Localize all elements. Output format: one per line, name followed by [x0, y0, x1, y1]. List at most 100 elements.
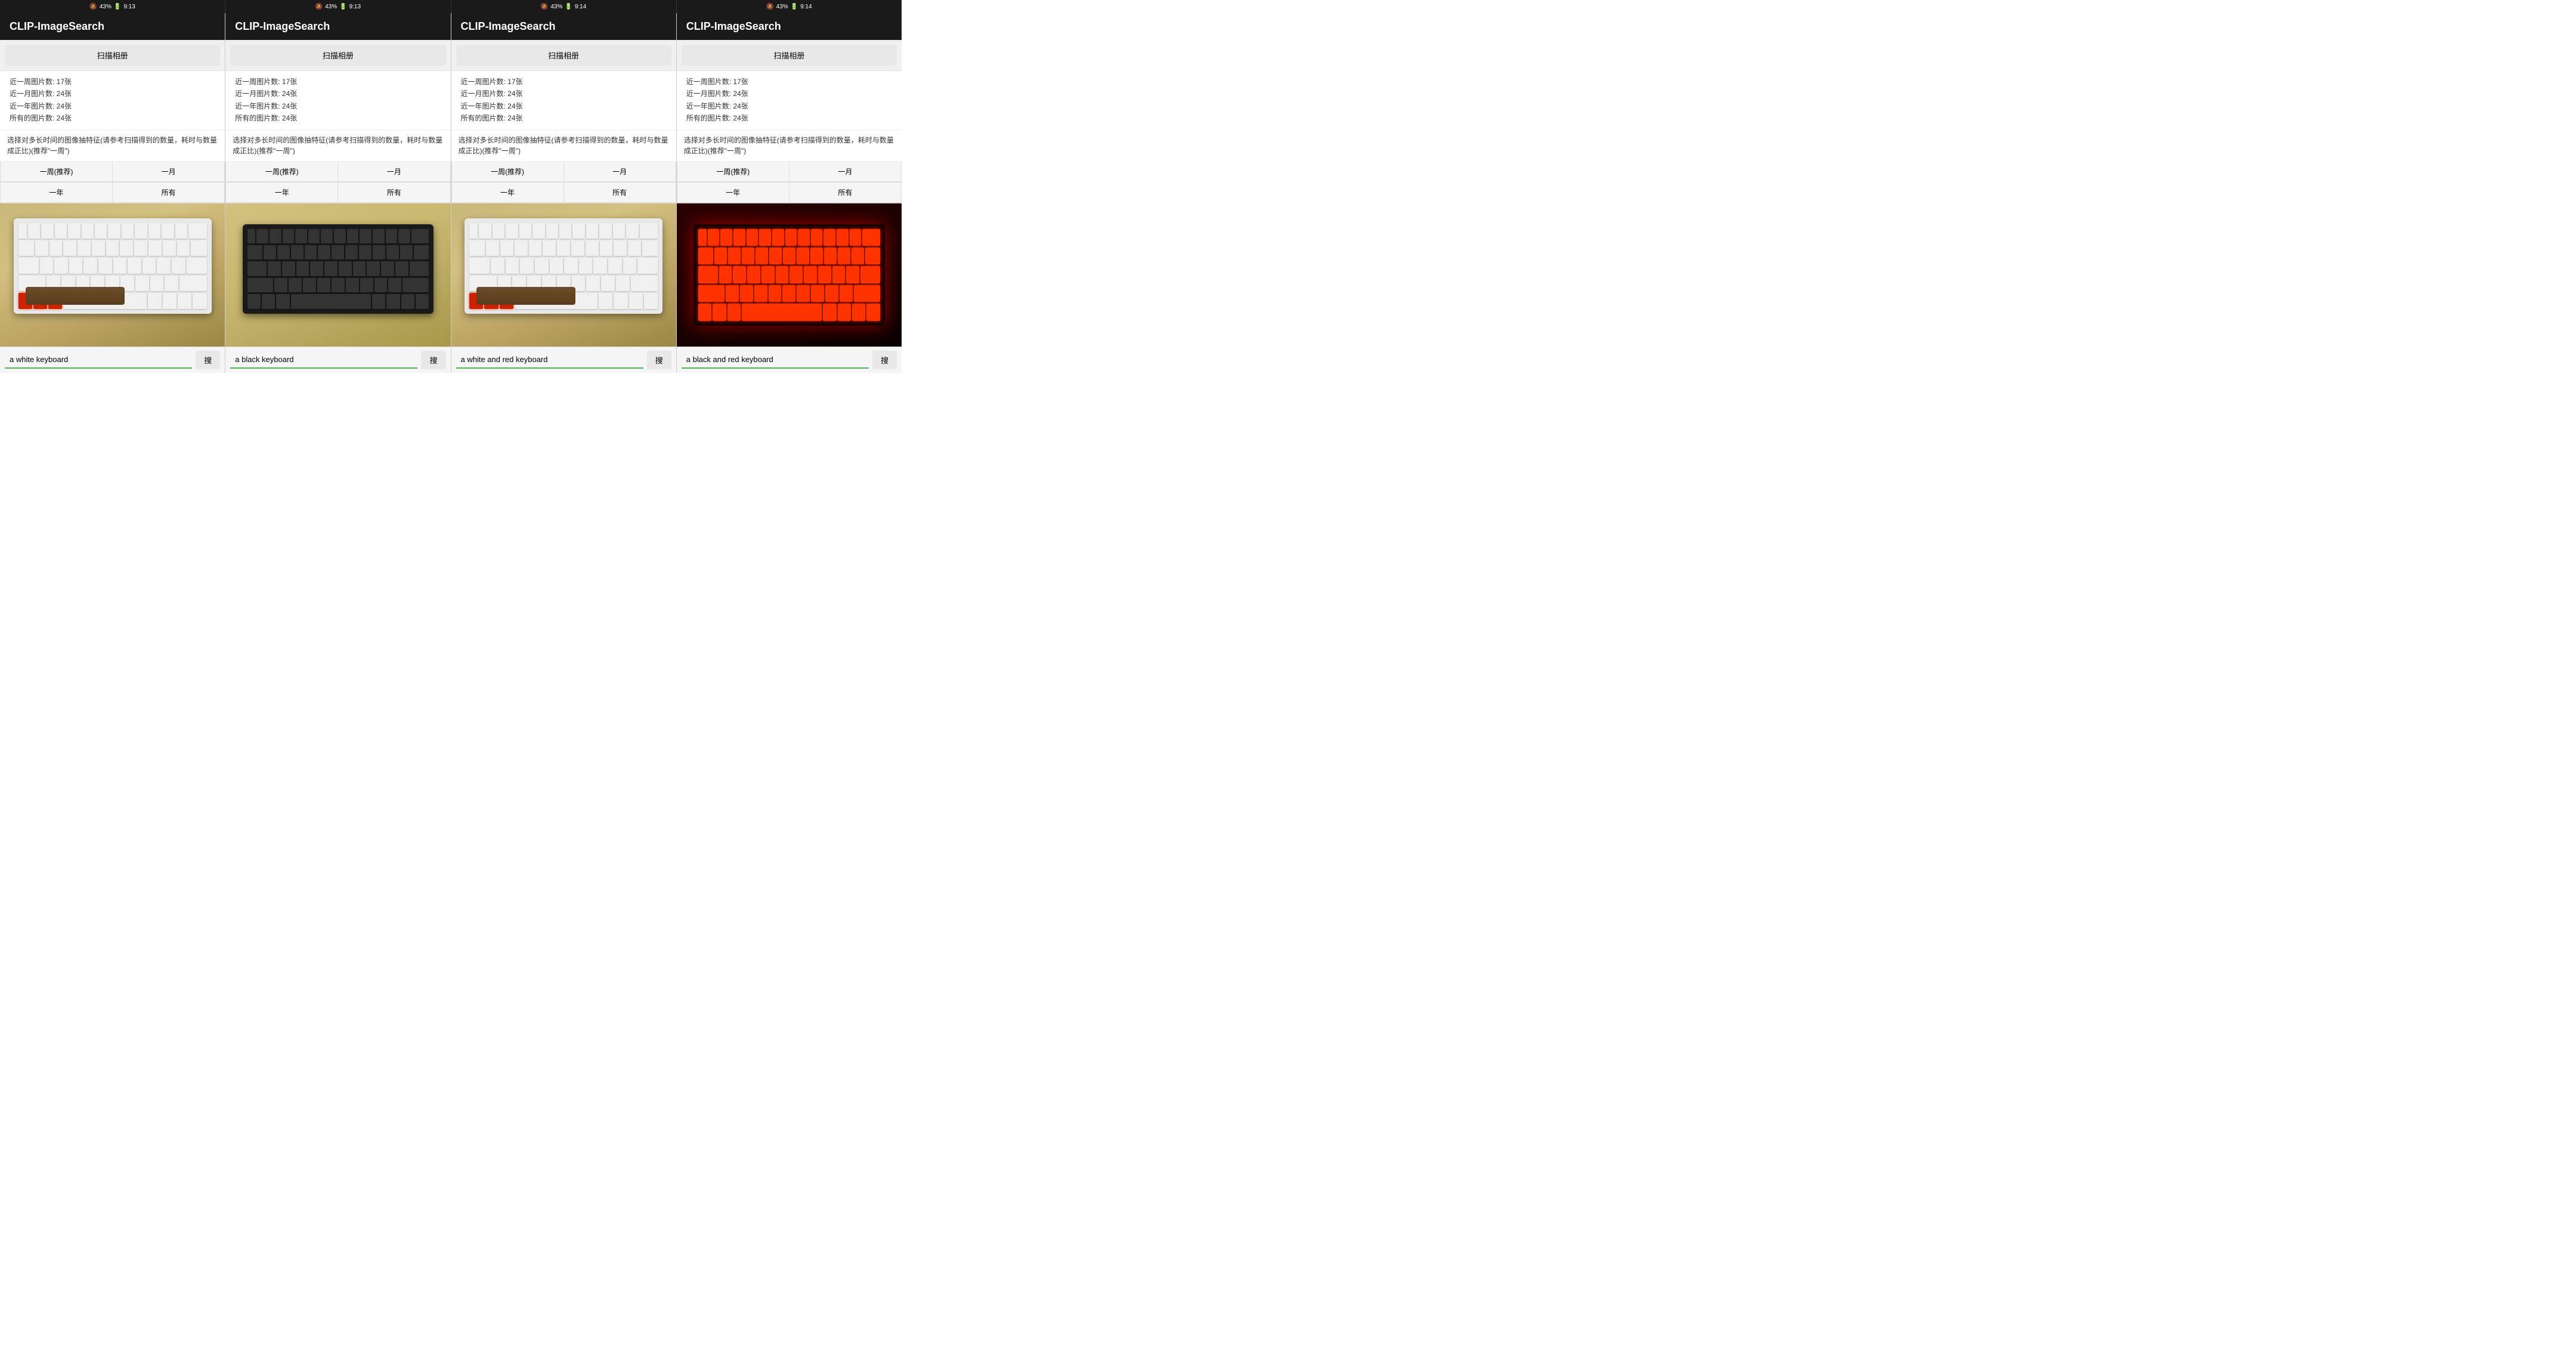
stat-all-1: 所有的图片数: 24张 — [10, 112, 215, 124]
battery-1: 43% — [100, 4, 112, 10]
search-bar-4: 搜 — [677, 347, 902, 373]
btn-month-2[interactable]: 一月 — [338, 162, 450, 182]
bell-icon-3: 🔕 — [541, 4, 548, 10]
battery-icon-2: 🔋 — [339, 4, 346, 10]
time-btns-row1-1: 一周(推荐) 一月 — [0, 162, 225, 183]
time-btns-row2-1: 一年 所有 — [0, 183, 225, 203]
stat-year-4: 近一年图片数: 24张 — [686, 100, 892, 112]
btn-year-2[interactable]: 一年 — [225, 183, 338, 203]
scan-btn-row-3: 扫描相册 — [451, 40, 676, 71]
time-btns-row2-3: 一年 所有 — [451, 183, 676, 203]
btn-year-3[interactable]: 一年 — [451, 183, 564, 203]
btn-all-4[interactable]: 所有 — [789, 183, 902, 203]
search-input-3[interactable] — [456, 351, 643, 369]
stat-week-4: 近一周图片数: 17张 — [686, 76, 892, 88]
search-button-3[interactable]: 搜 — [647, 351, 671, 369]
time-btns-row2-2: 一年 所有 — [225, 183, 450, 203]
btn-month-3[interactable]: 一月 — [564, 162, 676, 182]
keyboard-body-4 — [693, 224, 885, 326]
time-btns-row1-2: 一周(推荐) 一月 — [225, 162, 450, 183]
stat-year-3: 近一年图片数: 24张 — [461, 100, 667, 112]
stats-area-1: 近一周图片数: 17张 近一月图片数: 24张 近一年图片数: 24张 所有的图… — [0, 71, 225, 130]
search-input-4[interactable] — [682, 351, 869, 369]
status-bar: 🔕 43% 🔋 9:13 🔕 43% 🔋 9:13 🔕 43% 🔋 9:14 🔕… — [0, 0, 902, 13]
stat-week-3: 近一周图片数: 17张 — [461, 76, 667, 88]
stat-year-1: 近一年图片数: 24张 — [10, 100, 215, 112]
battery-4: 43% — [776, 4, 788, 10]
time-btns-row1-4: 一周(推荐) 一月 — [677, 162, 902, 183]
wrist-rest-3 — [476, 287, 575, 305]
stat-month-1: 近一月图片数: 24张 — [10, 88, 215, 100]
time-2: 9:13 — [349, 4, 361, 10]
time-3: 9:14 — [575, 4, 586, 10]
status-segment-3: 🔕 43% 🔋 9:14 — [451, 0, 677, 13]
search-button-1[interactable]: 搜 — [196, 351, 220, 369]
stat-month-2: 近一月图片数: 24张 — [235, 88, 441, 100]
stat-month-4: 近一月图片数: 24张 — [686, 88, 892, 100]
btn-year-4[interactable]: 一年 — [677, 183, 789, 203]
battery-icon-3: 🔋 — [565, 4, 572, 10]
stat-year-2: 近一年图片数: 24张 — [235, 100, 441, 112]
keyboard-body-1 — [14, 218, 212, 314]
desc-text-2: 选择对多长时间的图像抽特征(请参考扫描得到的数量，耗时与数量成正比)(推荐"一周… — [225, 130, 450, 162]
desc-text-1: 选择对多长时间的图像抽特征(请参考扫描得到的数量，耗时与数量成正比)(推荐"一周… — [0, 130, 225, 162]
btn-all-2[interactable]: 所有 — [338, 183, 450, 203]
stats-area-2: 近一周图片数: 17张 近一月图片数: 24张 近一年图片数: 24张 所有的图… — [225, 71, 450, 130]
battery-3: 43% — [550, 4, 562, 10]
keyboard-image-1 — [0, 203, 225, 347]
scan-btn-row-1: 扫描相册 — [0, 40, 225, 71]
btn-month-1[interactable]: 一月 — [112, 162, 225, 182]
search-button-4[interactable]: 搜 — [872, 351, 897, 369]
app-title-2: CLIP-ImageSearch — [235, 20, 330, 32]
keyboard-image-3 — [451, 203, 676, 347]
btn-week-2[interactable]: 一周(推荐) — [225, 162, 338, 182]
panel-2: CLIP-ImageSearch 扫描相册 近一周图片数: 17张 近一月图片数… — [225, 13, 451, 373]
desc-text-4: 选择对多长时间的图像抽特征(请参考扫描得到的数量，耗时与数量成正比)(推荐"一周… — [677, 130, 902, 162]
panel-1: CLIP-ImageSearch 扫描相册 近一周图片数: 17张 近一月图片数… — [0, 13, 225, 373]
time-1: 9:13 — [123, 4, 135, 10]
keyboard-body-2 — [243, 224, 434, 314]
app-header-1: CLIP-ImageSearch — [0, 13, 225, 40]
wrist-rest-1 — [26, 287, 125, 305]
keyboard-body-3 — [465, 218, 662, 314]
search-input-2[interactable] — [230, 351, 417, 369]
scan-button-2[interactable]: 扫描相册 — [230, 45, 445, 66]
bell-icon-2: 🔕 — [315, 4, 323, 10]
panel-3: CLIP-ImageSearch 扫描相册 近一周图片数: 17张 近一月图片数… — [451, 13, 677, 373]
app-header-3: CLIP-ImageSearch — [451, 13, 676, 40]
battery-icon-4: 🔋 — [791, 4, 798, 10]
scan-button-3[interactable]: 扫描相册 — [456, 45, 671, 66]
app-header-4: CLIP-ImageSearch — [677, 13, 902, 40]
btn-week-3[interactable]: 一周(推荐) — [451, 162, 564, 182]
keyboard-image-2 — [225, 203, 450, 347]
app-header-2: CLIP-ImageSearch — [225, 13, 450, 40]
status-segment-1: 🔕 43% 🔋 9:13 — [0, 0, 225, 13]
search-bar-2: 搜 — [225, 347, 450, 373]
stat-all-4: 所有的图片数: 24张 — [686, 112, 892, 124]
panels-container: CLIP-ImageSearch 扫描相册 近一周图片数: 17张 近一月图片数… — [0, 13, 902, 373]
search-bar-3: 搜 — [451, 347, 676, 373]
app-title-1: CLIP-ImageSearch — [10, 20, 104, 32]
scan-button-1[interactable]: 扫描相册 — [5, 45, 220, 66]
btn-all-1[interactable]: 所有 — [112, 183, 225, 203]
search-input-1[interactable] — [5, 351, 192, 369]
app-title-3: CLIP-ImageSearch — [461, 20, 556, 32]
bell-icon: 🔕 — [89, 4, 97, 10]
stats-area-3: 近一周图片数: 17张 近一月图片数: 24张 近一年图片数: 24张 所有的图… — [451, 71, 676, 130]
status-segment-2: 🔕 43% 🔋 9:13 — [225, 0, 451, 13]
btn-week-1[interactable]: 一周(推荐) — [0, 162, 112, 182]
scan-button-4[interactable]: 扫描相册 — [682, 45, 897, 66]
battery-icon-1: 🔋 — [114, 4, 121, 10]
time-4: 9:14 — [800, 4, 812, 10]
btn-all-3[interactable]: 所有 — [564, 183, 676, 203]
search-button-2[interactable]: 搜 — [421, 351, 445, 369]
desc-text-3: 选择对多长时间的图像抽特征(请参考扫描得到的数量，耗时与数量成正比)(推荐"一周… — [451, 130, 676, 162]
stat-week-2: 近一周图片数: 17张 — [235, 76, 441, 88]
btn-week-4[interactable]: 一周(推荐) — [677, 162, 789, 182]
bell-icon-4: 🔕 — [766, 4, 773, 10]
scan-btn-row-4: 扫描相册 — [677, 40, 902, 71]
btn-year-1[interactable]: 一年 — [0, 183, 112, 203]
time-btns-row2-4: 一年 所有 — [677, 183, 902, 203]
battery-2: 43% — [325, 4, 337, 10]
btn-month-4[interactable]: 一月 — [789, 162, 902, 182]
